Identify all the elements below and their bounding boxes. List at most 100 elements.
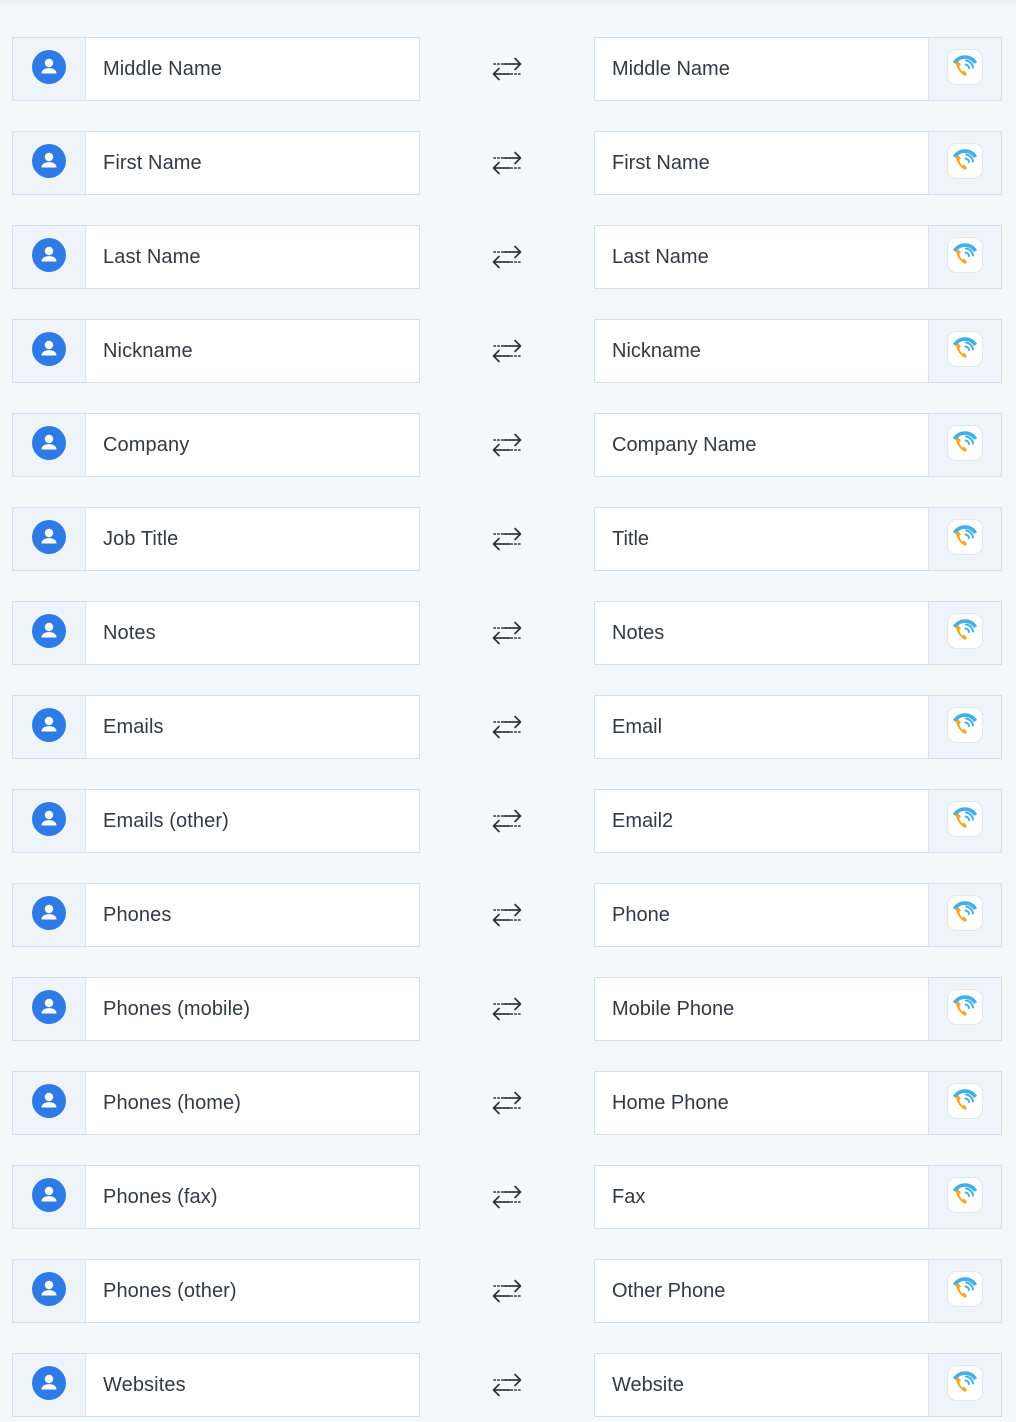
target-field[interactable]: Title bbox=[594, 507, 1002, 571]
source-field[interactable]: Phones (mobile) bbox=[12, 977, 420, 1041]
person-icon bbox=[32, 49, 66, 89]
source-field[interactable]: Websites bbox=[12, 1353, 420, 1417]
phone-app-icon bbox=[947, 1364, 983, 1406]
source-field-label: Job Title bbox=[103, 527, 179, 550]
mapping-row: Notes Notes bbox=[0, 601, 1016, 665]
person-icon bbox=[32, 801, 66, 841]
mapping-row: Company Company Name bbox=[0, 413, 1016, 477]
target-icon-box bbox=[928, 1166, 1001, 1228]
target-field[interactable]: Last Name bbox=[594, 225, 1002, 289]
phone-app-icon bbox=[947, 236, 983, 278]
source-field[interactable]: Job Title bbox=[12, 507, 420, 571]
person-icon bbox=[32, 237, 66, 277]
source-icon-box bbox=[13, 38, 86, 100]
source-field[interactable]: Emails (other) bbox=[12, 789, 420, 853]
person-icon bbox=[32, 1177, 66, 1217]
source-field[interactable]: Phones (home) bbox=[12, 1071, 420, 1135]
target-field[interactable]: Nickname bbox=[594, 319, 1002, 383]
source-icon-box bbox=[13, 132, 86, 194]
source-field-label: Websites bbox=[103, 1373, 186, 1396]
phone-app-icon bbox=[947, 48, 983, 90]
swap-arrows-icon[interactable] bbox=[490, 52, 524, 86]
phone-app-icon bbox=[947, 612, 983, 654]
target-field[interactable]: Fax bbox=[594, 1165, 1002, 1229]
source-field[interactable]: Nickname bbox=[12, 319, 420, 383]
swap-arrows-icon[interactable] bbox=[490, 146, 524, 180]
person-icon bbox=[32, 1271, 66, 1311]
phone-app-icon bbox=[947, 706, 983, 748]
source-field[interactable]: Phones (fax) bbox=[12, 1165, 420, 1229]
source-icon-box bbox=[13, 884, 86, 946]
source-field[interactable]: Notes bbox=[12, 601, 420, 665]
source-field-label: First Name bbox=[103, 151, 202, 174]
swap-arrows-icon[interactable] bbox=[490, 710, 524, 744]
source-field[interactable]: Middle Name bbox=[12, 37, 420, 101]
source-field[interactable]: Phones (other) bbox=[12, 1259, 420, 1323]
source-field-label: Phones bbox=[103, 903, 172, 926]
source-field-label: Phones (other) bbox=[103, 1279, 237, 1302]
target-field[interactable]: Website bbox=[594, 1353, 1002, 1417]
target-field[interactable]: Company Name bbox=[594, 413, 1002, 477]
source-field-label: Nickname bbox=[103, 339, 193, 362]
target-field[interactable]: Home Phone bbox=[594, 1071, 1002, 1135]
mapping-row: First Name First Name bbox=[0, 131, 1016, 195]
phone-app-icon bbox=[947, 518, 983, 560]
swap-arrows-icon[interactable] bbox=[490, 428, 524, 462]
source-icon-box bbox=[13, 978, 86, 1040]
target-field-label: Nickname bbox=[612, 339, 701, 362]
person-icon bbox=[32, 519, 66, 559]
person-icon bbox=[32, 707, 66, 747]
source-field[interactable]: Emails bbox=[12, 695, 420, 759]
mapping-row: Phones (other) Other Phone bbox=[0, 1259, 1016, 1323]
target-field[interactable]: Mobile Phone bbox=[594, 977, 1002, 1041]
phone-app-icon bbox=[947, 1176, 983, 1218]
source-field-label: Company bbox=[103, 433, 190, 456]
source-icon-box bbox=[13, 696, 86, 758]
target-icon-box bbox=[928, 38, 1001, 100]
source-field[interactable]: Phones bbox=[12, 883, 420, 947]
mapping-row: Job Title Title bbox=[0, 507, 1016, 571]
swap-arrows-icon[interactable] bbox=[490, 1274, 524, 1308]
target-field[interactable]: Notes bbox=[594, 601, 1002, 665]
swap-arrows-icon[interactable] bbox=[490, 1180, 524, 1214]
source-icon-box bbox=[13, 790, 86, 852]
swap-arrows-icon[interactable] bbox=[490, 992, 524, 1026]
swap-arrows-icon[interactable] bbox=[490, 1368, 524, 1402]
person-icon bbox=[32, 989, 66, 1029]
target-field-label: Other Phone bbox=[612, 1279, 726, 1302]
target-field[interactable]: First Name bbox=[594, 131, 1002, 195]
target-icon-box bbox=[928, 790, 1001, 852]
swap-arrows-icon[interactable] bbox=[490, 522, 524, 556]
source-icon-box bbox=[13, 602, 86, 664]
phone-app-icon bbox=[947, 142, 983, 184]
target-icon-box bbox=[928, 602, 1001, 664]
target-field-label: Company Name bbox=[612, 433, 757, 456]
target-field[interactable]: Phone bbox=[594, 883, 1002, 947]
target-icon-box bbox=[928, 132, 1001, 194]
target-field[interactable]: Email bbox=[594, 695, 1002, 759]
swap-arrows-icon[interactable] bbox=[490, 1086, 524, 1120]
target-field[interactable]: Other Phone bbox=[594, 1259, 1002, 1323]
target-icon-box bbox=[928, 1260, 1001, 1322]
swap-arrows-icon[interactable] bbox=[490, 804, 524, 838]
person-icon bbox=[32, 613, 66, 653]
swap-arrows-icon[interactable] bbox=[490, 898, 524, 932]
person-icon bbox=[32, 143, 66, 183]
mapping-row: Phones Phone bbox=[0, 883, 1016, 947]
target-icon-box bbox=[928, 884, 1001, 946]
source-field[interactable]: Company bbox=[12, 413, 420, 477]
phone-app-icon bbox=[947, 894, 983, 936]
target-field-label: Title bbox=[612, 527, 650, 550]
target-icon-box bbox=[928, 978, 1001, 1040]
target-field[interactable]: Email2 bbox=[594, 789, 1002, 853]
source-field-label: Emails (other) bbox=[103, 809, 229, 832]
swap-arrows-icon[interactable] bbox=[490, 240, 524, 274]
target-field[interactable]: Middle Name bbox=[594, 37, 1002, 101]
swap-arrows-icon[interactable] bbox=[490, 334, 524, 368]
source-field[interactable]: Last Name bbox=[12, 225, 420, 289]
source-field[interactable]: First Name bbox=[12, 131, 420, 195]
phone-app-icon bbox=[947, 800, 983, 842]
mapping-row: Emails Email bbox=[0, 695, 1016, 759]
swap-arrows-icon[interactable] bbox=[490, 616, 524, 650]
target-field-label: Phone bbox=[612, 903, 670, 926]
